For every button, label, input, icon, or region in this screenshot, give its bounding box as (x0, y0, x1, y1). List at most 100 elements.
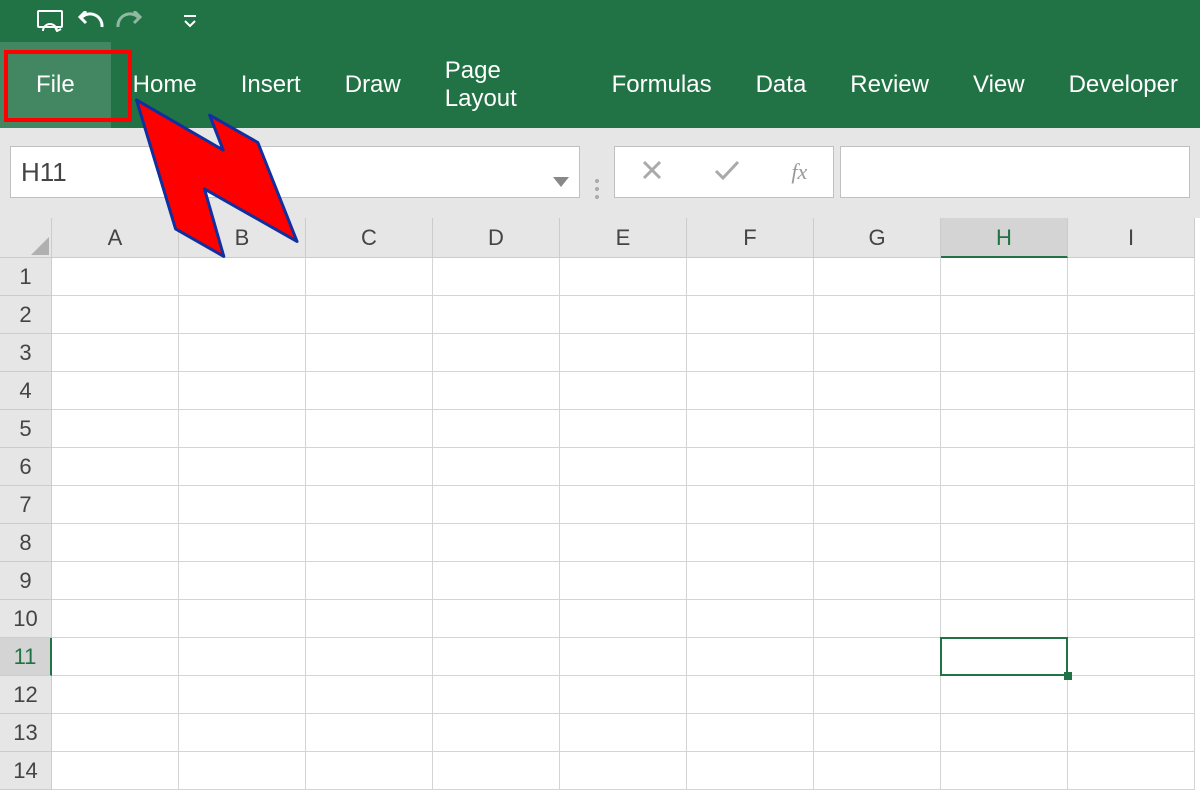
name-box[interactable]: H11 (10, 146, 580, 198)
cell[interactable] (560, 752, 687, 790)
name-box-dropdown-icon[interactable] (553, 163, 569, 194)
cell[interactable] (52, 486, 179, 524)
cell[interactable] (179, 524, 306, 562)
cell[interactable] (306, 676, 433, 714)
cell[interactable] (306, 486, 433, 524)
cell[interactable] (1068, 334, 1195, 372)
cell[interactable] (814, 638, 941, 676)
cell[interactable] (814, 334, 941, 372)
cell[interactable] (306, 600, 433, 638)
cell[interactable] (687, 410, 814, 448)
cell[interactable] (560, 524, 687, 562)
cell[interactable] (1068, 372, 1195, 410)
cell[interactable] (941, 410, 1068, 448)
cell[interactable] (433, 714, 560, 752)
cell[interactable] (52, 258, 179, 296)
cell[interactable] (306, 638, 433, 676)
cell[interactable] (1068, 676, 1195, 714)
cell[interactable] (941, 296, 1068, 334)
cell[interactable] (814, 562, 941, 600)
cell[interactable] (52, 448, 179, 486)
cell[interactable] (560, 486, 687, 524)
cell[interactable] (1068, 296, 1195, 334)
formula-input[interactable] (840, 146, 1190, 198)
cell[interactable] (179, 410, 306, 448)
cell[interactable] (814, 372, 941, 410)
column-header[interactable]: F (687, 218, 814, 258)
cell[interactable] (814, 524, 941, 562)
cell[interactable] (814, 752, 941, 790)
cell[interactable] (560, 448, 687, 486)
cell[interactable] (687, 448, 814, 486)
column-header[interactable]: H (941, 218, 1068, 258)
cell[interactable] (52, 334, 179, 372)
cell[interactable] (179, 714, 306, 752)
cell[interactable] (560, 714, 687, 752)
column-header[interactable]: C (306, 218, 433, 258)
cell[interactable] (560, 258, 687, 296)
cell[interactable] (433, 486, 560, 524)
cell[interactable] (1068, 714, 1195, 752)
cell[interactable] (941, 486, 1068, 524)
cell[interactable] (306, 334, 433, 372)
cell[interactable] (687, 676, 814, 714)
cell[interactable] (306, 714, 433, 752)
row-header[interactable]: 12 (0, 676, 52, 714)
cell[interactable] (433, 638, 560, 676)
cell[interactable] (560, 600, 687, 638)
tab-formulas[interactable]: Formulas (590, 42, 734, 128)
tab-draw[interactable]: Draw (323, 42, 423, 128)
column-header[interactable]: E (560, 218, 687, 258)
cell[interactable] (179, 600, 306, 638)
cell[interactable] (560, 334, 687, 372)
cell[interactable] (941, 372, 1068, 410)
cell[interactable] (179, 258, 306, 296)
row-header[interactable]: 3 (0, 334, 52, 372)
cell[interactable] (814, 410, 941, 448)
cell[interactable] (941, 334, 1068, 372)
tab-developer[interactable]: Developer (1047, 42, 1200, 128)
row-header[interactable]: 6 (0, 448, 52, 486)
cell[interactable] (814, 714, 941, 752)
column-header[interactable]: D (433, 218, 560, 258)
cell[interactable] (306, 296, 433, 334)
cell[interactable] (941, 448, 1068, 486)
cell[interactable] (179, 676, 306, 714)
column-header[interactable]: B (179, 218, 306, 258)
cell[interactable] (1068, 524, 1195, 562)
cell[interactable] (941, 752, 1068, 790)
cell[interactable] (433, 676, 560, 714)
cell[interactable] (687, 714, 814, 752)
cell[interactable] (687, 258, 814, 296)
tab-file[interactable]: File (0, 42, 111, 128)
cell[interactable] (1068, 752, 1195, 790)
cell[interactable] (560, 676, 687, 714)
cell[interactable] (52, 600, 179, 638)
cell[interactable] (560, 410, 687, 448)
cell[interactable] (52, 410, 179, 448)
fill-handle[interactable] (1064, 672, 1072, 680)
cell[interactable] (52, 562, 179, 600)
row-header[interactable]: 10 (0, 600, 52, 638)
cell[interactable] (433, 334, 560, 372)
cell[interactable] (941, 258, 1068, 296)
cell[interactable] (1068, 562, 1195, 600)
cell[interactable] (687, 372, 814, 410)
tab-insert[interactable]: Insert (219, 42, 323, 128)
cell[interactable] (433, 448, 560, 486)
cell[interactable] (941, 676, 1068, 714)
row-header[interactable]: 8 (0, 524, 52, 562)
cell[interactable] (687, 638, 814, 676)
row-header[interactable]: 9 (0, 562, 52, 600)
cell[interactable] (433, 524, 560, 562)
cell[interactable] (306, 410, 433, 448)
insert-function-icon[interactable]: fx (791, 159, 807, 185)
cell[interactable] (306, 448, 433, 486)
cell[interactable] (433, 752, 560, 790)
column-header[interactable]: I (1068, 218, 1195, 258)
cancel-icon[interactable] (641, 159, 663, 186)
cell[interactable] (941, 714, 1068, 752)
cell[interactable] (814, 676, 941, 714)
cell[interactable] (52, 524, 179, 562)
cell[interactable] (814, 296, 941, 334)
